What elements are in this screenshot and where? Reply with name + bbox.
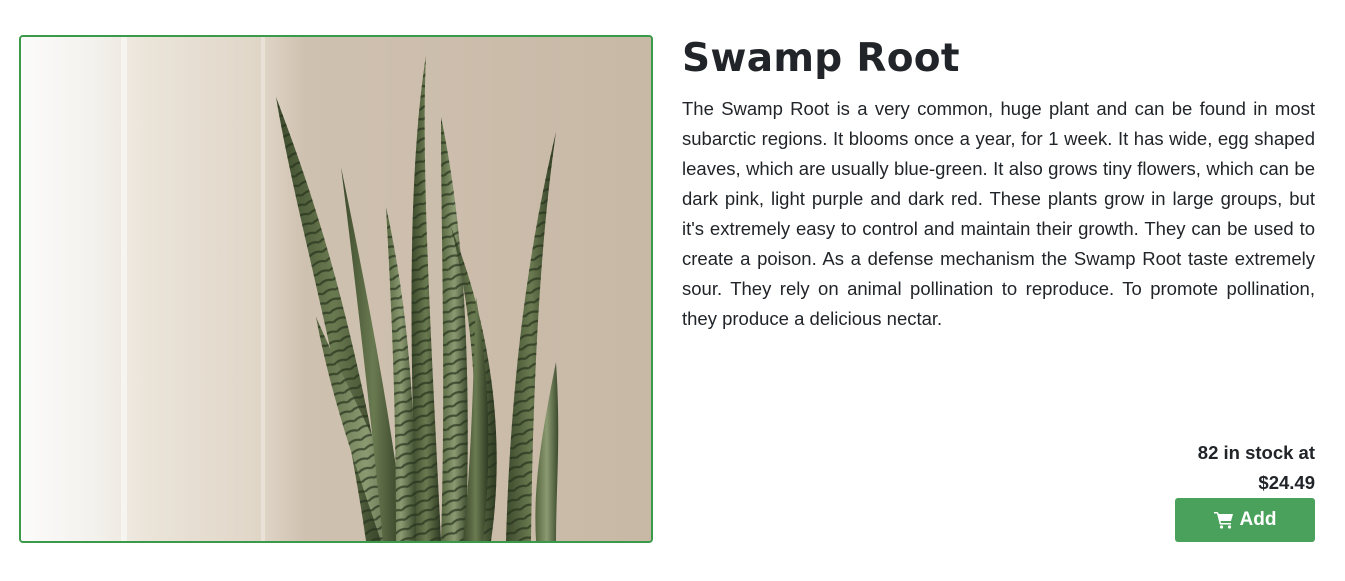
product-description: The Swamp Root is a very common, huge pl…	[682, 98, 1315, 329]
product-image	[19, 35, 653, 543]
shopping-cart-icon	[1213, 512, 1233, 529]
snake-plant-photo	[21, 37, 651, 541]
stock-count: 82 in stock at	[1197, 442, 1315, 463]
product-info: Swamp Root The Swamp Root is a very comm…	[682, 30, 1315, 334]
product-title: Swamp Root	[682, 36, 960, 81]
product-card: Swamp Root The Swamp Root is a very comm…	[0, 0, 1345, 581]
purchase-panel: 82 in stock at $24.49 Add	[1095, 438, 1315, 542]
product-price: $24.49	[1258, 472, 1315, 493]
add-to-cart-button[interactable]: Add	[1175, 498, 1315, 542]
add-button-label: Add	[1239, 509, 1277, 530]
